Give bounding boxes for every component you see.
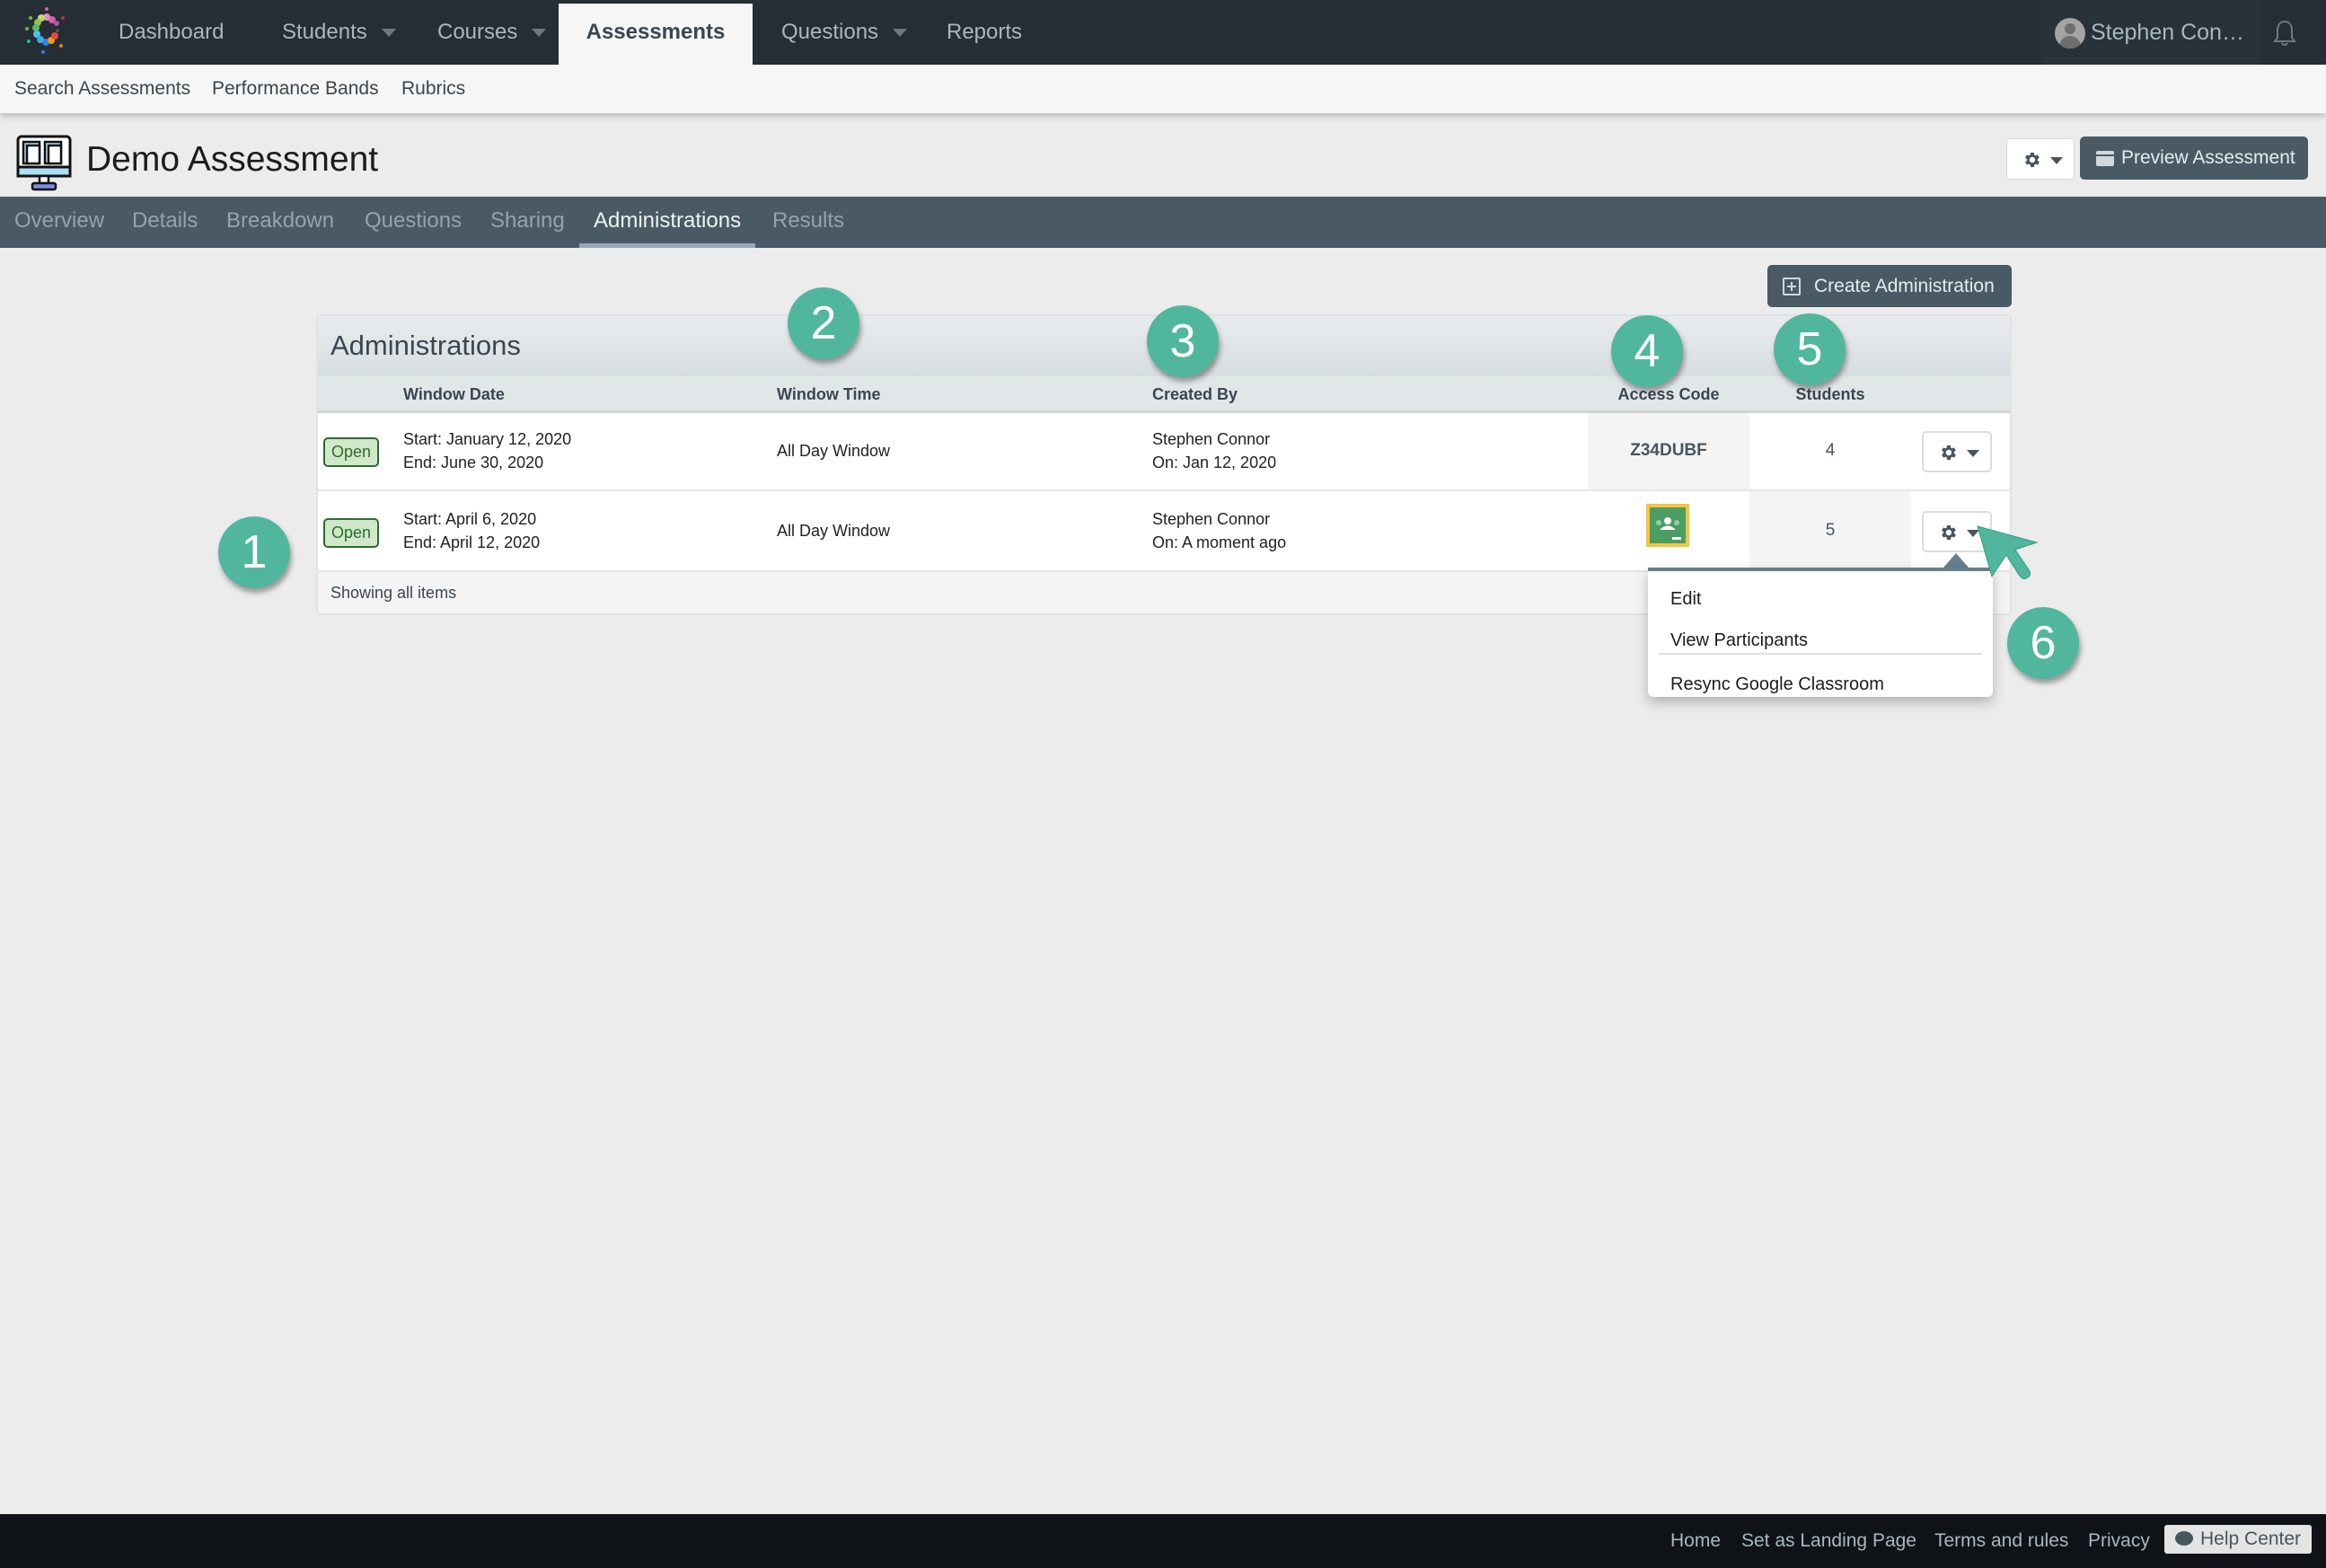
page-footer: Home Set as Landing Page Terms and rules… [0, 1514, 2326, 1568]
subnav-performance-bands[interactable]: Performance Bands [212, 65, 379, 113]
footer-privacy-link[interactable]: Privacy [2088, 1514, 2150, 1568]
caret-down-icon [2050, 157, 2063, 164]
annotation-marker-3: 3 [1147, 305, 1219, 377]
table-row: Open Start: April 6, 2020 End: April 12,… [318, 491, 2010, 572]
tab-details[interactable]: Details [132, 197, 198, 248]
created-on: On: Jan 12, 2020 [1152, 454, 1277, 471]
classroom-people-icon [1656, 517, 1681, 540]
col-access-code[interactable]: Access Code [1588, 376, 1749, 412]
menu-item-edit[interactable]: Edit [1670, 589, 1701, 610]
row-actions-menu: Edit View Participants Resync Google Cla… [1648, 568, 1993, 697]
help-center-button[interactable]: Help Center [2164, 1525, 2312, 1554]
nav-dashboard[interactable]: Dashboard [119, 0, 224, 65]
access-code: Z34DUBF [1630, 441, 1707, 460]
students-count: 4 [1825, 441, 1836, 460]
window-end: End: June 30, 2020 [403, 454, 544, 471]
col-window-time[interactable]: Window Time [777, 376, 881, 412]
dropdown-arrow [1943, 553, 1969, 568]
chat-bubble-icon [2175, 1531, 2193, 1546]
window-start: Start: January 12, 2020 [403, 430, 572, 448]
sub-navbar: Search Assessments Performance Bands Rub… [0, 65, 2326, 113]
page-title: Demo Assessment [86, 140, 379, 179]
create-administration-button[interactable]: Create Administration [1767, 265, 2012, 307]
caret-down-icon [1967, 450, 1979, 457]
user-name: Stephen Con… [2091, 20, 2244, 45]
tab-sharing[interactable]: Sharing [490, 197, 565, 248]
created-by: Stephen Connor [1152, 510, 1271, 528]
starburst-logo[interactable] [16, 5, 74, 59]
status-badge: Open [323, 437, 379, 467]
caret-down-icon [532, 29, 547, 38]
assessment-monitor-icon [16, 135, 72, 191]
table-row: Open Start: January 12, 2020 End: June 3… [318, 413, 2010, 491]
nav-assessments[interactable]: Assessments [559, 4, 753, 65]
tab-administrations[interactable]: Administrations [578, 197, 756, 248]
footer-terms-link[interactable]: Terms and rules [1934, 1514, 2068, 1568]
annotation-marker-6: 6 [2007, 607, 2079, 679]
gear-icon [2025, 152, 2040, 168]
window-time: All Day Window [777, 442, 891, 460]
google-classroom-icon[interactable] [1646, 504, 1689, 547]
showing-items-text: Showing all items [330, 584, 457, 602]
annotation-marker-4: 4 [1611, 315, 1683, 387]
annotation-marker-5: 5 [1774, 313, 1846, 385]
tab-breakdown[interactable]: Breakdown [226, 197, 334, 248]
caret-down-icon [893, 29, 908, 38]
plus-square-icon [1783, 277, 1801, 295]
gear-icon [1942, 445, 1956, 461]
menu-item-view-participants[interactable]: View Participants [1670, 630, 1808, 651]
subnav-search-assessments[interactable]: Search Assessments [14, 65, 190, 113]
nav-courses[interactable]: Courses [437, 0, 547, 65]
window-end: End: April 12, 2020 [403, 533, 541, 551]
nav-questions[interactable]: Questions [781, 0, 908, 65]
menu-divider [1659, 653, 1982, 655]
annotation-marker-1: 1 [218, 516, 290, 588]
tab-questions[interactable]: Questions [365, 197, 462, 248]
top-navbar: Dashboard Students Courses Assessments Q… [0, 0, 2326, 65]
tab-results[interactable]: Results [772, 197, 844, 248]
annotation-marker-2: 2 [788, 287, 859, 359]
tab-overview[interactable]: Overview [14, 197, 104, 248]
col-window-date[interactable]: Window Date [403, 376, 505, 412]
students-count: 5 [1825, 521, 1836, 540]
nav-reports[interactable]: Reports [947, 0, 1022, 65]
created-by: Stephen Connor [1152, 430, 1271, 448]
assessment-settings-button[interactable] [2006, 138, 2075, 180]
table-header: Window Date Window Time Created By Acces… [318, 376, 2010, 413]
nav-students[interactable]: Students [282, 0, 396, 65]
user-avatar-icon [2055, 18, 2085, 48]
bell-icon[interactable] [2265, 18, 2304, 48]
col-created-by[interactable]: Created By [1152, 376, 1238, 412]
window-icon [2096, 151, 2114, 166]
subnav-rubrics[interactable]: Rubrics [401, 65, 465, 113]
menu-item-resync-google-classroom[interactable]: Resync Google Classroom [1670, 674, 1884, 695]
panel-title: Administrations [330, 330, 521, 361]
row-actions-button[interactable] [1922, 431, 1992, 472]
col-students[interactable]: Students [1749, 376, 1911, 412]
window-time: All Day Window [777, 522, 891, 540]
gear-icon [1942, 524, 1956, 541]
preview-assessment-button[interactable]: Preview Assessment [2080, 137, 2308, 180]
user-menu[interactable]: Stephen Con… [2040, 0, 2260, 65]
footer-landing-page-link[interactable]: Set as Landing Page [1741, 1514, 1916, 1568]
caret-down-icon [381, 29, 396, 38]
assessment-tabs: Overview Details Breakdown Questions Sha… [0, 197, 2326, 248]
footer-home-link[interactable]: Home [1670, 1514, 1721, 1568]
status-badge: Open [323, 518, 379, 548]
pointer-cursor-icon [1977, 525, 2039, 579]
created-on: On: A moment ago [1152, 533, 1287, 551]
window-start: Start: April 6, 2020 [403, 510, 537, 528]
